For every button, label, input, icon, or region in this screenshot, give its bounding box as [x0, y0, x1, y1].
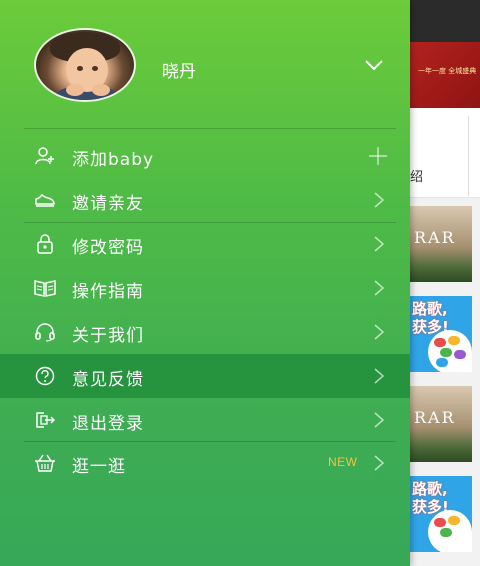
- bubble-icon: [440, 528, 452, 537]
- chevron-down-icon[interactable]: [364, 58, 384, 72]
- background-card-blue-2[interactable]: 路歌, 获多!: [410, 476, 472, 552]
- banner-text: 一年一度 全城盛典: [418, 67, 477, 75]
- bubble-icon: [434, 338, 446, 347]
- bubble-icon: [454, 350, 466, 359]
- menu-label: 逛一逛: [72, 457, 126, 477]
- avatar-hand: [66, 84, 84, 96]
- menu-item-invite-friends[interactable]: 邀请亲友: [0, 178, 410, 222]
- chevron-right-icon: [374, 368, 385, 384]
- profile-header[interactable]: 晓丹: [0, 0, 410, 128]
- menu-item-guide[interactable]: 操作指南: [0, 266, 410, 310]
- lock-icon: [37, 234, 53, 254]
- headset-icon: [35, 323, 55, 342]
- card-blue-line1: 路歌,: [412, 300, 448, 318]
- menu-item-about-us[interactable]: 关于我们: [0, 310, 410, 354]
- menu-label: 添加baby: [72, 150, 155, 170]
- bubble-icon: [448, 336, 460, 345]
- background-card-mansion-2[interactable]: RAR: [410, 386, 472, 462]
- bubble-icon: [440, 348, 452, 357]
- menu-item-browse[interactable]: 逛一逛 NEW: [0, 441, 410, 485]
- avatar-eye: [92, 66, 98, 71]
- chevron-right-icon: [374, 412, 385, 428]
- new-badge: NEW: [328, 455, 358, 469]
- chevron-right-icon: [374, 455, 385, 471]
- background-tab-strip: 绍: [410, 108, 480, 198]
- avatar-hand: [92, 84, 110, 96]
- menu-item-logout[interactable]: 退出登录: [0, 398, 410, 442]
- chevron-right-icon: [374, 324, 385, 340]
- background-top-bar: [410, 0, 480, 42]
- chevron-right-icon: [374, 236, 385, 252]
- avatar-eye: [77, 66, 83, 71]
- add-user-icon: [35, 147, 54, 165]
- question-icon: [35, 366, 55, 386]
- bubble-icon: [434, 518, 446, 527]
- navigation-drawer: 晓丹 添加baby 邀请亲友 修改密码 操作指南 关于我们 意见反馈 退出登录 …: [0, 0, 410, 566]
- background-tab-label[interactable]: 绍: [410, 166, 423, 185]
- background-card-blue[interactable]: 路歌, 获多!: [410, 296, 472, 372]
- card-mansion-text-2: RAR: [414, 408, 456, 427]
- menu-label: 意见反馈: [72, 370, 144, 390]
- logout-icon: [36, 412, 56, 428]
- menu-label: 操作指南: [72, 282, 144, 302]
- plus-icon: [369, 147, 387, 165]
- bubble-icon: [436, 358, 448, 367]
- username: 晓丹: [162, 62, 196, 82]
- menu-item-change-password[interactable]: 修改密码: [0, 222, 410, 266]
- menu-label: 退出登录: [72, 414, 144, 434]
- chevron-right-icon: [374, 280, 385, 296]
- menu-label: 邀请亲友: [72, 194, 144, 214]
- background-banner[interactable]: 一年一度 全城盛典: [410, 42, 480, 108]
- basket-icon: [35, 454, 55, 472]
- menu-item-feedback[interactable]: 意见反馈: [0, 354, 410, 398]
- avatar[interactable]: [34, 28, 136, 102]
- menu-label: 关于我们: [72, 326, 144, 346]
- menu-label: 修改密码: [72, 238, 144, 258]
- book-icon: [34, 280, 56, 297]
- card-mansion-text: RAR: [414, 228, 456, 247]
- divider: [24, 128, 396, 129]
- shoe-icon: [35, 194, 55, 207]
- background-card-mansion[interactable]: RAR: [410, 206, 472, 282]
- tab-divider: [468, 116, 469, 196]
- card-blue-line1-2: 路歌,: [412, 480, 448, 498]
- menu-item-add-baby[interactable]: 添加baby: [0, 134, 410, 178]
- bubble-icon: [448, 516, 460, 525]
- chevron-right-icon: [374, 192, 385, 208]
